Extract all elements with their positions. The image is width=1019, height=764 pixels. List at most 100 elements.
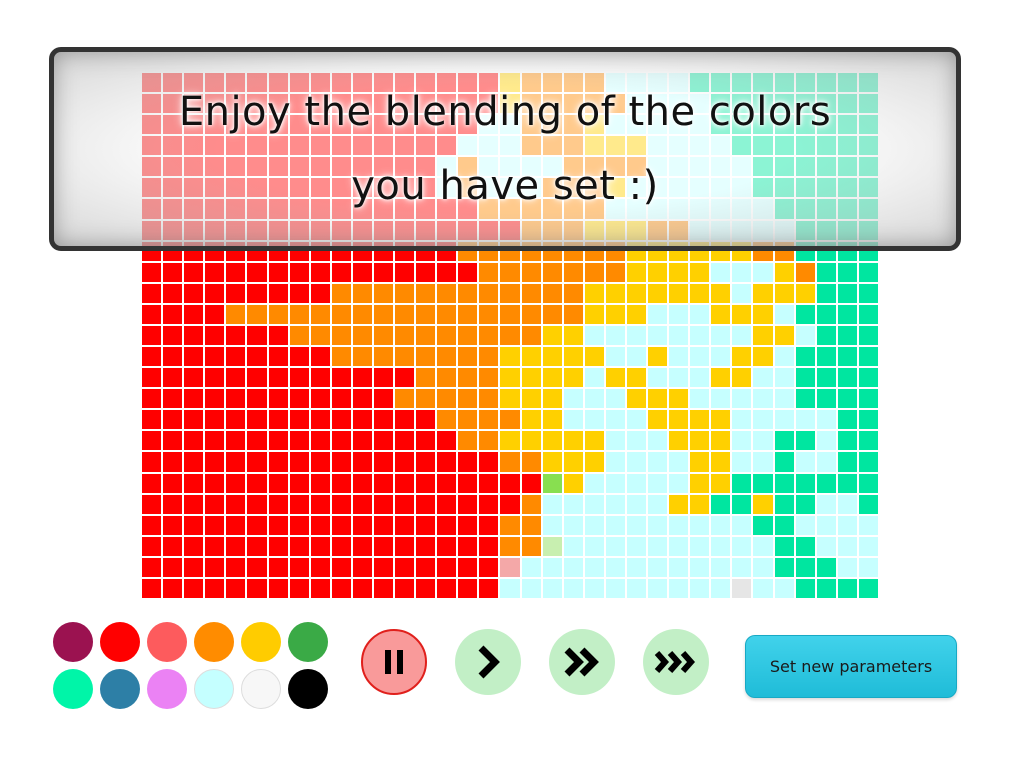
grid-cell	[416, 536, 436, 556]
grid-cell	[774, 557, 794, 577]
grid-cell	[373, 304, 394, 324]
grid-cell	[837, 410, 857, 430]
grid-cell	[500, 262, 520, 282]
grid-cell	[184, 473, 204, 493]
grid-cell	[500, 325, 520, 346]
grid-cell	[479, 262, 499, 282]
grid-cell	[458, 494, 478, 514]
grid-cell	[563, 557, 583, 577]
grid-cell	[310, 515, 330, 535]
grid-cell	[732, 557, 752, 577]
grid-cell	[247, 473, 267, 493]
grid-cell	[416, 452, 436, 472]
grid-cell	[690, 452, 710, 472]
grid-cell	[142, 283, 162, 303]
grid-cell	[521, 473, 541, 493]
color-swatch-violet[interactable]	[147, 669, 187, 709]
grid-cell	[458, 262, 478, 282]
grid-cell	[437, 536, 457, 556]
grid-cell	[521, 325, 541, 346]
grid-cell	[669, 473, 689, 493]
grid-cell	[648, 431, 668, 451]
color-swatch-steel-blue[interactable]	[100, 669, 140, 709]
grid-cell	[395, 578, 415, 598]
grid-cell	[458, 557, 478, 577]
grid-cell	[268, 578, 288, 598]
pause-button[interactable]	[361, 629, 427, 695]
fastest-forward-button[interactable]	[643, 629, 709, 695]
grid-cell	[605, 325, 625, 346]
grid-cell	[352, 452, 372, 472]
banner-line-2: you have set :)	[351, 163, 659, 209]
grid-cell	[479, 389, 499, 409]
grid-cell	[310, 473, 330, 493]
grid-cell	[837, 325, 857, 346]
grid-cell	[395, 536, 415, 556]
grid-cell	[331, 347, 351, 367]
grid-cell	[732, 515, 752, 535]
grid-cell	[163, 494, 183, 514]
grid-cell	[247, 536, 267, 556]
grid-cell	[626, 389, 647, 409]
play-button[interactable]	[455, 629, 521, 695]
grid-cell	[605, 473, 625, 493]
grid-cell	[479, 473, 499, 493]
grid-cell	[395, 431, 415, 451]
grid-cell	[626, 452, 647, 472]
grid-cell	[858, 536, 878, 556]
grid-cell	[837, 452, 857, 472]
grid-cell	[226, 515, 246, 535]
grid-cell	[542, 283, 562, 303]
grid-cell	[732, 389, 752, 409]
grid-cell	[500, 347, 520, 367]
color-swatch-green[interactable]	[288, 622, 328, 662]
grid-cell	[142, 473, 162, 493]
grid-cell	[352, 283, 372, 303]
fast-forward-icon	[564, 647, 599, 677]
grid-cell	[816, 262, 836, 282]
grid-cell	[310, 368, 330, 388]
grid-cell	[584, 389, 604, 409]
color-swatch-maroon[interactable]	[53, 622, 93, 662]
grid-cell	[795, 515, 815, 535]
grid-cell	[774, 389, 794, 409]
grid-cell	[458, 347, 478, 367]
fast-forward-button[interactable]	[549, 629, 615, 695]
grid-cell	[816, 494, 836, 514]
grid-cell	[732, 578, 752, 598]
grid-cell	[268, 536, 288, 556]
grid-cell	[732, 452, 752, 472]
grid-cell	[584, 473, 604, 493]
color-swatch-black[interactable]	[288, 669, 328, 709]
grid-cell	[648, 410, 668, 430]
grid-cell	[669, 578, 689, 598]
grid-cell	[416, 557, 436, 577]
color-swatch-orange[interactable]	[194, 622, 234, 662]
grid-cell	[795, 494, 815, 514]
color-swatch-red[interactable]	[100, 622, 140, 662]
grid-cell	[163, 578, 183, 598]
grid-cell	[795, 389, 815, 409]
grid-cell	[184, 368, 204, 388]
grid-cell	[690, 304, 710, 324]
grid-cell	[458, 389, 478, 409]
color-swatch-white[interactable]	[241, 669, 281, 709]
color-swatch-light-cyan[interactable]	[194, 669, 234, 709]
play-icon	[478, 645, 500, 679]
color-swatch-salmon[interactable]	[147, 622, 187, 662]
grid-cell	[247, 304, 267, 324]
grid-cell	[542, 410, 562, 430]
set-new-parameters-button[interactable]: Set new parameters	[745, 635, 957, 698]
grid-cell	[584, 452, 604, 472]
grid-cell	[711, 557, 731, 577]
grid-cell	[626, 578, 647, 598]
grid-cell	[205, 389, 225, 409]
grid-cell	[521, 389, 541, 409]
grid-cell	[500, 304, 520, 324]
grid-cell	[648, 536, 668, 556]
grid-cell	[205, 410, 225, 430]
color-swatch-mint[interactable]	[53, 669, 93, 709]
grid-cell	[247, 368, 267, 388]
grid-cell	[373, 536, 394, 556]
color-swatch-yellow[interactable]	[241, 622, 281, 662]
